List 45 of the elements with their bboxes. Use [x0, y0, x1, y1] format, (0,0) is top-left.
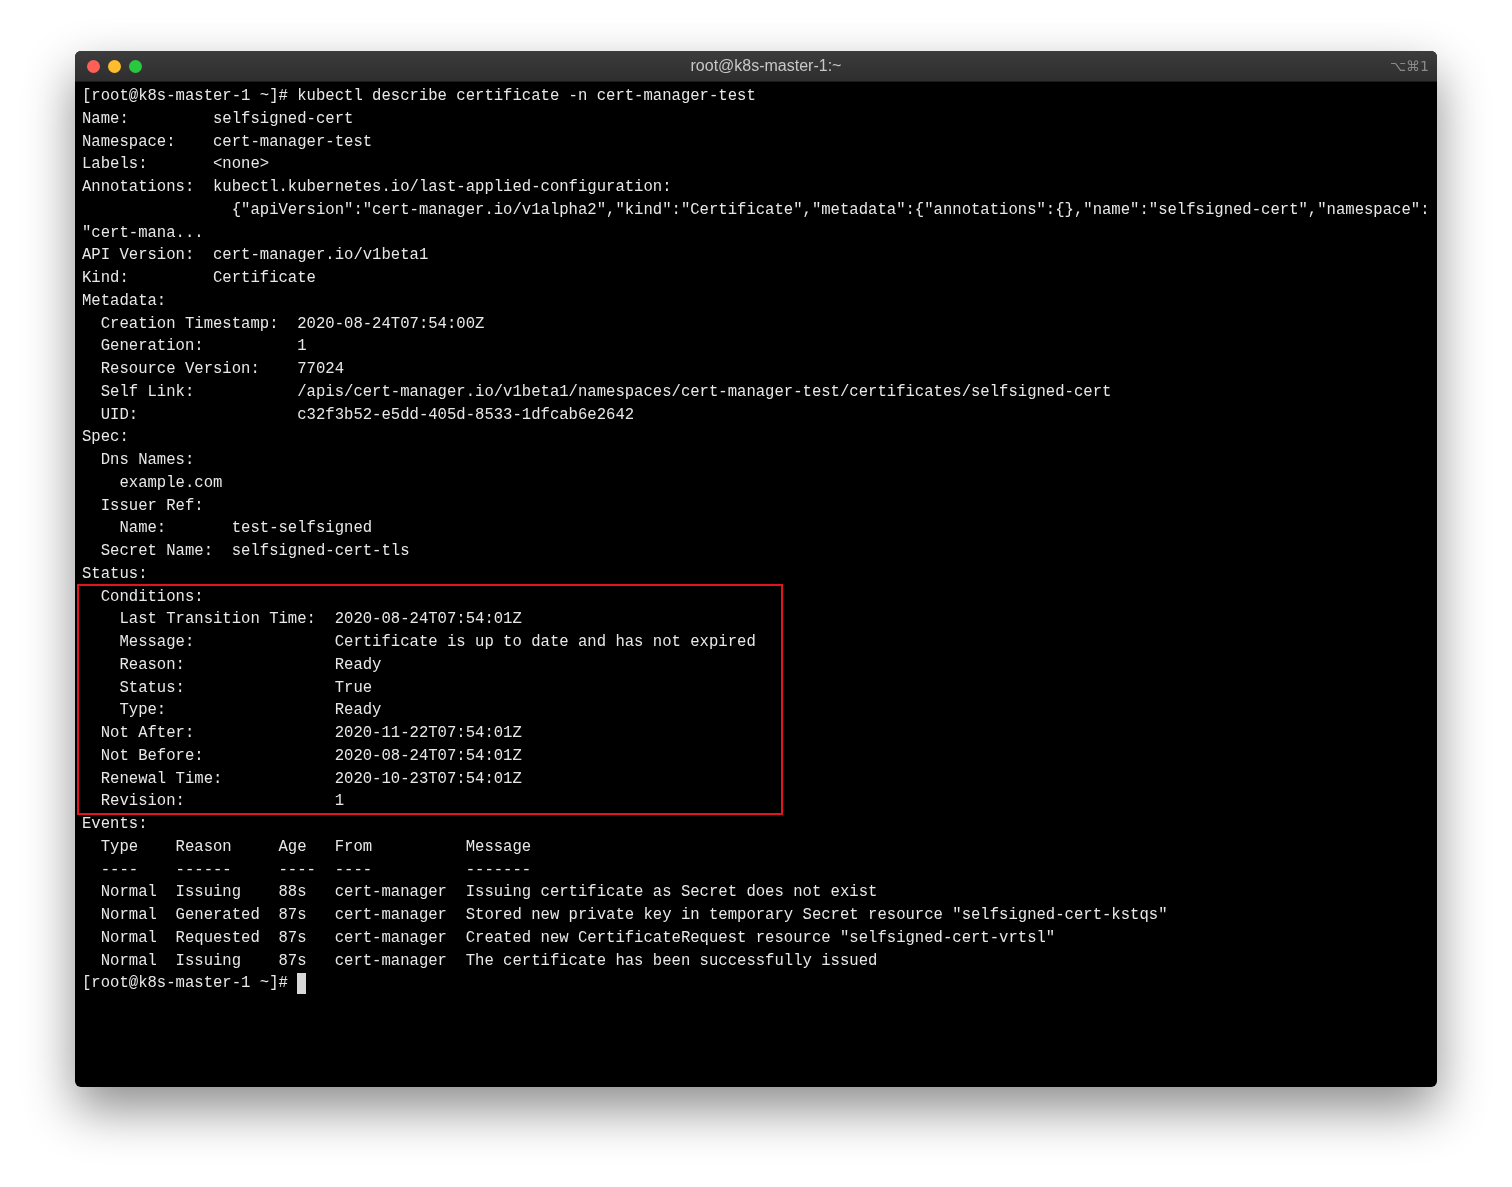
terminal-line: "cert-mana...	[82, 222, 204, 244]
terminal-line: Spec:	[82, 427, 129, 449]
terminal-line: Secret Name: selfsigned-cert-tls	[99, 541, 410, 562]
terminal-line: Resource Version: 77024	[99, 359, 345, 380]
terminal-line: Normal Issuing 88s cert-manager Issuing certificate as Secret does not exist	[99, 882, 878, 904]
terminal-line: Namespace: cert-manager-test	[82, 131, 373, 153]
terminal-line: Normal Requested 87s cert-manager Created new CertificateRequest resource "selfsigned-cert-vrtsl"	[99, 927, 1056, 949]
terminal-line: Reason: Ready	[118, 654, 382, 676]
zoom-button[interactable]	[129, 59, 142, 73]
terminal-line: Not Before: 2020-08-24T07:54:01Z	[99, 745, 522, 767]
terminal-line: Normal Generated 87s cert-manager Stored new private key in temporary Secret resource "selfsigned-cert-kstqs"	[99, 905, 1168, 926]
terminal-line: Not After: 2020-11-22T07:54:01Z	[99, 723, 522, 744]
terminal-line: Last Transition Time: 2020-08-24T07:54:01Z	[118, 609, 522, 631]
window-title: root@k8s-master-1:~	[689, 57, 843, 75]
terminal-line: Renewal Time: 2020-10-23T07:54:01Z	[99, 768, 522, 790]
terminal-line: [root@k8s-master-1 ~]# kubectl describe certificate -n cert-manager-test	[82, 86, 756, 107]
terminal-line: API Version: cert-manager.io/v1beta1	[82, 245, 429, 267]
terminal-line: Message: Certificate is up to date and has not expired	[118, 632, 756, 653]
terminal-line: Self Link: /apis/cert-manager.io/v1beta1/namespaces/cert-manager-test/certificates/selfsigned-cert	[99, 381, 1112, 403]
terminal-line: [root@k8s-master-1 ~]#	[82, 973, 289, 995]
terminal-line: Metadata:	[82, 290, 167, 312]
terminal-line: {"apiVersion":"cert-manager.io/v1alpha2","kind":"Certificate","metadata":{"annotations":{},"name":"selfsigned-cert","namespace":	[230, 199, 1430, 221]
shortcut-label: ⌥⌘1	[1389, 58, 1429, 74]
terminal-line: Labels: <none>	[82, 154, 270, 176]
terminal-line: Type Reason Age From Message	[99, 836, 532, 858]
terminal-line: Type: Ready	[118, 700, 382, 722]
terminal-line: Events:	[82, 814, 148, 835]
terminal-line: Revision: 1	[99, 791, 345, 813]
terminal-line: Creation Timestamp: 2020-08-24T07:54:00Z	[99, 313, 485, 335]
terminal-line: example.com	[118, 472, 223, 494]
terminal-line: Normal Issuing 87s cert-manager The certificate has been successfully issued	[99, 950, 878, 972]
terminal-line: Annotations: kubectl.kubernetes.io/last-applied-configuration:	[82, 177, 672, 198]
terminal-line: Generation: 1	[99, 336, 307, 358]
terminal-line: Name: selfsigned-cert	[82, 108, 354, 130]
terminal-line: Status:	[82, 563, 148, 585]
terminal-line: ---- ------ ---- ---- -------	[99, 859, 532, 881]
terminal-line: Status: True	[118, 677, 373, 699]
terminal-line: Dns Names:	[99, 450, 195, 471]
terminal-line: Issuer Ref:	[99, 495, 204, 517]
terminal-line: UID: c32f3b52-e5dd-405d-8533-1dfcab6e2642	[99, 404, 635, 426]
terminal-line: Kind: Certificate	[82, 268, 316, 289]
close-button[interactable]	[87, 59, 100, 73]
minimize-button[interactable]	[108, 59, 121, 73]
terminal-line: Conditions:	[99, 586, 204, 608]
terminal-line: Name: test-selfsigned	[118, 518, 373, 540]
